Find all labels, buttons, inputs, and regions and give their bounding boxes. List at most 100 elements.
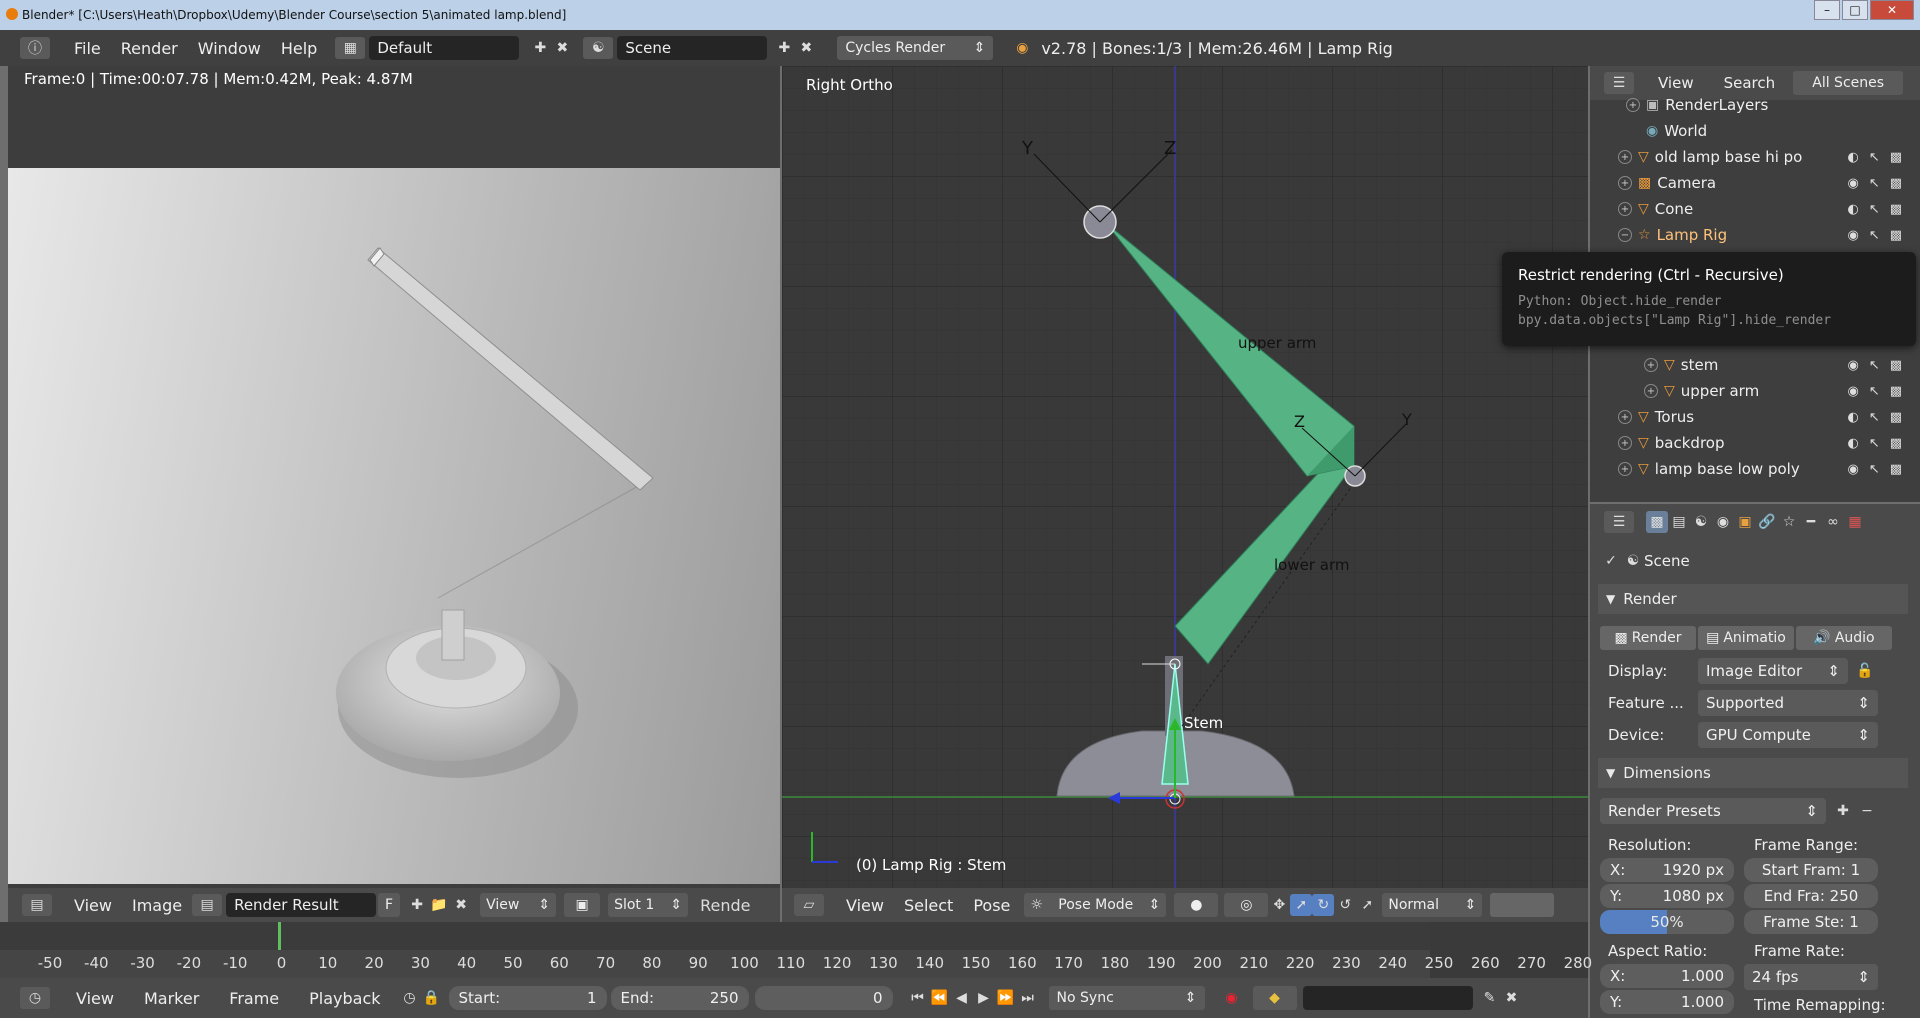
resolution-x-field[interactable]: X: 1920 px bbox=[1600, 858, 1734, 882]
image-view-menu[interactable]: View bbox=[64, 896, 122, 915]
end-frame-field[interactable]: End Fra: 250 bbox=[1744, 884, 1878, 908]
outliner-row-stem[interactable]: + ▽ stem ◉ ↖ ▩ bbox=[1590, 352, 1910, 378]
camera-render-icon[interactable]: ▩ bbox=[1890, 436, 1902, 451]
viewport-pose-menu[interactable]: Pose bbox=[963, 896, 1020, 915]
outliner-editor-type-icon[interactable]: ☰ bbox=[1604, 72, 1634, 94]
start-frame-field[interactable]: Start Fram: 1 bbox=[1744, 858, 1878, 882]
camera-render-icon[interactable]: ▩ bbox=[1890, 176, 1902, 191]
eye-icon[interactable]: ◐ bbox=[1847, 436, 1858, 451]
add-layout-icon[interactable]: ✚ bbox=[529, 37, 551, 59]
select-cursor-icon[interactable]: ↖ bbox=[1869, 384, 1880, 399]
translate-manipulator-icon[interactable]: ➚ bbox=[1290, 894, 1313, 916]
interaction-mode-dropdown[interactable]: ☼ Pose Mode ⇕ bbox=[1024, 893, 1167, 917]
insert-keyframe-icon[interactable]: ✎ bbox=[1479, 987, 1501, 1009]
render-presets-dropdown[interactable]: Render Presets ⇕ bbox=[1600, 798, 1826, 824]
transform-orientation-dropdown[interactable]: Normal ⇕ bbox=[1382, 893, 1483, 917]
keying-set-field[interactable] bbox=[1302, 986, 1473, 1010]
aspect-y-field[interactable]: Y: 1.000 bbox=[1600, 990, 1734, 1014]
record-icon[interactable]: ◉ bbox=[1221, 987, 1243, 1009]
unlink-image-icon[interactable]: ✖ bbox=[450, 894, 472, 916]
play-reverse-icon[interactable]: ◀ bbox=[951, 987, 973, 1009]
image-browse-icon[interactable]: ▤ bbox=[192, 894, 223, 916]
select-cursor-icon[interactable]: ↖ bbox=[1869, 202, 1880, 217]
start-field[interactable]: Start: 1 bbox=[448, 986, 607, 1010]
camera-render-icon[interactable]: ▩ bbox=[1890, 410, 1902, 425]
manipulator-toggle-icon[interactable]: ✥ bbox=[1268, 894, 1290, 916]
properties-editor-type-icon[interactable]: ☰ bbox=[1604, 511, 1634, 533]
select-cursor-icon[interactable]: ↖ bbox=[1869, 462, 1880, 477]
pin-icon[interactable]: ✓ bbox=[1600, 550, 1622, 572]
3d-viewport[interactable]: Right Ortho Y Z Z Y upper arm lower arm … bbox=[782, 66, 1588, 888]
outliner-row-upper-arm[interactable]: + ▽ upper arm ◉ ↖ ▩ bbox=[1590, 378, 1910, 404]
camera-render-icon[interactable]: ▩ bbox=[1890, 202, 1902, 217]
maximize-button[interactable]: □ bbox=[1842, 0, 1868, 20]
select-cursor-icon[interactable]: ↖ bbox=[1869, 410, 1880, 425]
scene-field[interactable]: Scene bbox=[617, 36, 768, 60]
camera-render-icon[interactable]: ▩ bbox=[1890, 150, 1902, 165]
screen-layout-icon[interactable]: ▦ bbox=[335, 37, 366, 59]
camera-render-icon[interactable]: ▩ bbox=[1890, 358, 1902, 373]
data-tab-icon[interactable]: ☆ bbox=[1778, 511, 1800, 533]
scale-manipulator-icon[interactable]: ↺ bbox=[1334, 894, 1356, 916]
bone-constraints-tab-icon[interactable]: ∞ bbox=[1822, 511, 1844, 533]
outliner-row-old-lamp-base[interactable]: + ▽ old lamp base hi po ◐ ↖ ▩ bbox=[1590, 144, 1910, 170]
display-view-dropdown[interactable]: View ⇕ bbox=[480, 893, 557, 917]
screen-layout-field[interactable]: Default bbox=[369, 36, 520, 60]
outliner-row-camera[interactable]: + ▩ Camera ◉ ↖ ▩ bbox=[1590, 170, 1910, 196]
eye-icon[interactable]: ◉ bbox=[1847, 358, 1858, 373]
end-field[interactable]: End: 250 bbox=[610, 986, 749, 1010]
resolution-percentage-slider[interactable]: 50% bbox=[1600, 910, 1734, 934]
current-frame-marker[interactable] bbox=[278, 922, 281, 950]
add-preset-icon[interactable]: ✚ bbox=[1832, 800, 1854, 822]
keying-set-icon[interactable]: ◆ bbox=[1252, 986, 1297, 1010]
constraints-tab-icon[interactable]: 🔗 bbox=[1756, 511, 1778, 533]
timeline-marker-menu[interactable]: Marker bbox=[134, 989, 209, 1008]
display-dropdown[interactable]: Image Editor ⇕ bbox=[1698, 658, 1848, 684]
frame-rate-dropdown[interactable]: 24 fps ⇕ bbox=[1744, 964, 1878, 990]
new-image-icon[interactable]: ✚ bbox=[406, 894, 428, 916]
timeline-editor-type-icon[interactable]: ◷ bbox=[20, 987, 50, 1009]
render-button[interactable]: ▩ Render bbox=[1600, 626, 1696, 650]
preview-range-icon[interactable]: ◷ bbox=[399, 987, 421, 1009]
add-scene-icon[interactable]: ✚ bbox=[773, 37, 795, 59]
menu-help[interactable]: Help bbox=[271, 39, 327, 58]
rotate-manipulator-icon[interactable]: ↻ bbox=[1312, 894, 1335, 916]
remove-layout-icon[interactable]: ✖ bbox=[551, 37, 573, 59]
outliner-row-torus[interactable]: + ▽ Torus ◐ ↖ ▩ bbox=[1590, 404, 1910, 430]
frame-step-field[interactable]: Frame Ste: 1 bbox=[1744, 910, 1878, 934]
texture-tab-icon[interactable]: ▦ bbox=[1844, 511, 1866, 533]
minimize-button[interactable]: – bbox=[1814, 0, 1840, 20]
image-name-field[interactable]: Render Result bbox=[226, 893, 377, 917]
timeline-playback-menu[interactable]: Playback bbox=[299, 989, 390, 1008]
select-cursor-icon[interactable]: ↖ bbox=[1869, 228, 1880, 243]
menu-window[interactable]: Window bbox=[188, 39, 271, 58]
camera-render-icon[interactable]: ▩ bbox=[1890, 228, 1902, 243]
transform-orientation-icon[interactable]: ➚ bbox=[1356, 894, 1378, 916]
audio-button[interactable]: 🔊 Audio bbox=[1796, 626, 1892, 650]
lock-interface-icon[interactable]: 🔓 bbox=[1854, 660, 1876, 682]
eye-icon[interactable]: ◉ bbox=[1847, 228, 1858, 243]
outliner-search-menu[interactable]: Search bbox=[1714, 74, 1786, 92]
editor-type-icon[interactable]: ▤ bbox=[22, 894, 52, 916]
object-tab-icon[interactable]: ▣ bbox=[1734, 511, 1756, 533]
jump-to-end-icon[interactable]: ⏭ bbox=[1017, 987, 1039, 1009]
viewport-editor-type-icon[interactable]: ▱ bbox=[794, 894, 824, 916]
eye-icon[interactable]: ◉ bbox=[1847, 462, 1858, 477]
slot-dropdown[interactable]: Slot 1 ⇕ bbox=[608, 893, 689, 917]
timeline-frame-menu[interactable]: Frame bbox=[219, 989, 289, 1008]
select-cursor-icon[interactable]: ↖ bbox=[1869, 436, 1880, 451]
play-icon[interactable]: ▶ bbox=[973, 987, 995, 1009]
jump-to-keyframe-forward-icon[interactable]: ⏩ bbox=[995, 987, 1017, 1009]
open-image-icon[interactable]: 📁 bbox=[428, 894, 450, 916]
outliner-row-lamp-rig[interactable]: − ☆ Lamp Rig ◉ ↖ ▩ bbox=[1590, 222, 1910, 248]
info-editor-type-icon[interactable]: ⓘ bbox=[20, 37, 50, 59]
jump-to-start-icon[interactable]: ⏮ bbox=[907, 987, 929, 1009]
delete-keyframe-icon[interactable]: ✖ bbox=[1501, 987, 1523, 1009]
viewport-select-menu[interactable]: Select bbox=[894, 896, 963, 915]
device-dropdown[interactable]: GPU Compute ⇕ bbox=[1698, 722, 1878, 748]
outliner-view-menu[interactable]: View bbox=[1648, 74, 1704, 92]
outliner-row-world[interactable]: ◉ World bbox=[1590, 118, 1910, 144]
select-cursor-icon[interactable]: ↖ bbox=[1869, 358, 1880, 373]
animation-button[interactable]: ▤ Animatio bbox=[1698, 626, 1794, 650]
current-frame-field[interactable]: 0 bbox=[754, 986, 893, 1010]
